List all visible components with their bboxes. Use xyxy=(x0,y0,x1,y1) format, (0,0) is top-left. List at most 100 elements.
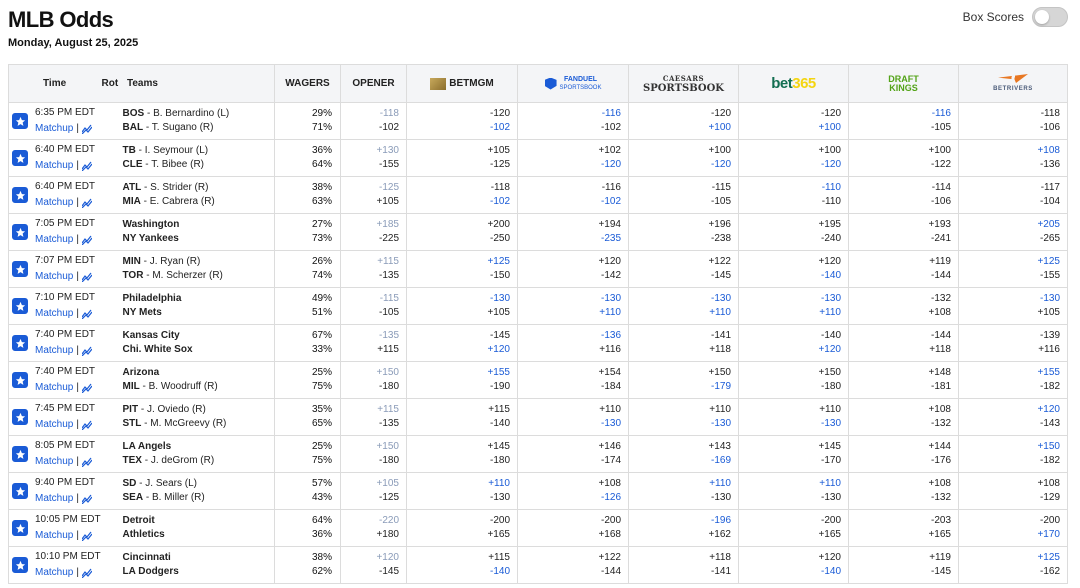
odds-home[interactable]: -190 xyxy=(407,380,510,394)
odds-away[interactable]: +118 xyxy=(629,551,731,565)
odds-home[interactable]: +120 xyxy=(407,343,510,357)
favorite-star-icon[interactable] xyxy=(12,187,28,203)
odds-cell-caesars[interactable]: +110 -130 xyxy=(628,472,739,510)
odds-away[interactable]: +125 xyxy=(959,551,1060,565)
odds-cell-bet365[interactable]: +195 -240 xyxy=(738,213,849,251)
away-team[interactable]: LA Angels xyxy=(123,440,275,454)
odds-home[interactable]: -120 xyxy=(629,158,731,172)
odds-cell-betrivers[interactable]: +120 -143 xyxy=(958,398,1068,436)
odds-away[interactable]: +110 xyxy=(739,403,841,417)
odds-cell-bet365[interactable]: +145 -170 xyxy=(738,435,849,473)
odds-cell-fanduel[interactable]: -116 -102 xyxy=(517,102,629,140)
odds-cell-draftkings[interactable]: +108 -132 xyxy=(848,398,959,436)
matchup-link[interactable]: Matchup xyxy=(35,456,73,467)
odds-away[interactable]: +148 xyxy=(849,366,951,380)
odds-home[interactable]: +100 xyxy=(629,121,731,135)
odds-cell-betmgm[interactable]: +125 -150 xyxy=(406,250,518,288)
odds-away[interactable]: -120 xyxy=(739,107,841,121)
odds-home[interactable]: -181 xyxy=(849,380,951,394)
odds-cell-fanduel[interactable]: +146 -174 xyxy=(517,435,629,473)
odds-cell-betrivers[interactable]: +205 -265 xyxy=(958,213,1068,251)
odds-cell-caesars[interactable]: +118 -141 xyxy=(628,546,739,584)
odds-cell-draftkings[interactable]: -203 +165 xyxy=(848,509,959,547)
odds-away[interactable]: -114 xyxy=(849,181,951,195)
odds-home[interactable]: -141 xyxy=(629,565,731,579)
odds-away[interactable]: +110 xyxy=(518,403,621,417)
odds-cell-bet365[interactable]: -130 +110 xyxy=(738,287,849,325)
odds-away[interactable]: +115 xyxy=(407,403,510,417)
odds-home[interactable]: -126 xyxy=(518,491,621,505)
odds-away[interactable]: +120 xyxy=(959,403,1060,417)
home-team[interactable]: STL - M. McGreevy (R) xyxy=(123,417,275,431)
odds-home[interactable]: -180 xyxy=(739,380,841,394)
odds-away[interactable]: +194 xyxy=(518,218,621,232)
odds-cell-draftkings[interactable]: +108 -132 xyxy=(848,472,959,510)
odds-home[interactable]: -238 xyxy=(629,232,731,246)
favorite-star-icon[interactable] xyxy=(12,113,28,129)
odds-cell-caesars[interactable]: -130 +110 xyxy=(628,287,739,325)
home-team[interactable]: MIL - B. Woodruff (R) xyxy=(123,380,275,394)
line-chart-icon[interactable] xyxy=(81,383,93,393)
odds-away[interactable]: +125 xyxy=(407,255,510,269)
matchup-link[interactable]: Matchup xyxy=(35,234,73,245)
odds-away[interactable]: +108 xyxy=(959,144,1060,158)
odds-home[interactable]: -250 xyxy=(407,232,510,246)
home-team[interactable]: CLE - T. Bibee (R) xyxy=(123,158,275,172)
favorite-star-icon[interactable] xyxy=(12,261,28,277)
odds-home[interactable]: -136 xyxy=(959,158,1060,172)
odds-cell-betmgm[interactable]: +105 -125 xyxy=(406,139,518,177)
odds-away[interactable]: +195 xyxy=(739,218,841,232)
odds-away[interactable]: -120 xyxy=(629,107,731,121)
odds-away[interactable]: -130 xyxy=(629,292,731,306)
odds-home[interactable]: -155 xyxy=(959,269,1060,283)
home-team[interactable]: TEX - J. deGrom (R) xyxy=(123,454,275,468)
odds-away[interactable]: -200 xyxy=(518,514,621,528)
odds-away[interactable]: -203 xyxy=(849,514,951,528)
away-team[interactable]: Washington xyxy=(123,218,275,232)
line-chart-icon[interactable] xyxy=(81,272,93,282)
odds-home[interactable]: -132 xyxy=(849,417,951,431)
odds-home[interactable]: +100 xyxy=(739,121,841,135)
odds-away[interactable]: +108 xyxy=(959,477,1060,491)
away-team[interactable]: TB - I. Seymour (L) xyxy=(123,144,275,158)
odds-home[interactable]: +120 xyxy=(739,343,841,357)
odds-cell-bet365[interactable]: +120 -140 xyxy=(738,546,849,584)
odds-cell-betmgm[interactable]: +155 -190 xyxy=(406,361,518,399)
favorite-star-icon[interactable] xyxy=(12,372,28,388)
odds-away[interactable]: -110 xyxy=(739,181,841,195)
matchup-link[interactable]: Matchup xyxy=(35,530,73,541)
odds-cell-betrivers[interactable]: -200 +170 xyxy=(958,509,1068,547)
favorite-star-icon[interactable] xyxy=(12,557,28,573)
odds-cell-betrivers[interactable]: +108 -136 xyxy=(958,139,1068,177)
odds-away[interactable]: -118 xyxy=(407,181,510,195)
favorite-star-icon[interactable] xyxy=(12,409,28,425)
odds-cell-caesars[interactable]: +143 -169 xyxy=(628,435,739,473)
odds-cell-bet365[interactable]: +100 -120 xyxy=(738,139,849,177)
odds-away[interactable]: -132 xyxy=(849,292,951,306)
matchup-link[interactable]: Matchup xyxy=(35,197,73,208)
away-team[interactable]: Detroit xyxy=(123,514,275,528)
odds-away[interactable]: +110 xyxy=(629,477,731,491)
line-chart-icon[interactable] xyxy=(81,124,93,134)
odds-away[interactable]: -130 xyxy=(407,292,510,306)
odds-cell-bet365[interactable]: +110 -130 xyxy=(738,472,849,510)
odds-home[interactable]: -174 xyxy=(518,454,621,468)
odds-home[interactable]: -102 xyxy=(407,195,510,209)
odds-away[interactable]: -139 xyxy=(959,329,1060,343)
favorite-star-icon[interactable] xyxy=(12,335,28,351)
away-team[interactable]: Kansas City xyxy=(123,329,275,343)
odds-cell-caesars[interactable]: +100 -120 xyxy=(628,139,739,177)
odds-away[interactable]: +143 xyxy=(629,440,731,454)
odds-cell-betrivers[interactable]: -117 -104 xyxy=(958,176,1068,214)
odds-home[interactable]: +105 xyxy=(959,306,1060,320)
odds-home[interactable]: -182 xyxy=(959,380,1060,394)
line-chart-icon[interactable] xyxy=(81,457,93,467)
odds-home[interactable]: +110 xyxy=(518,306,621,320)
odds-cell-betrivers[interactable]: -118 -106 xyxy=(958,102,1068,140)
odds-away[interactable]: -115 xyxy=(629,181,731,195)
odds-cell-bet365[interactable]: +110 -130 xyxy=(738,398,849,436)
odds-home[interactable]: -130 xyxy=(629,417,731,431)
odds-cell-fanduel[interactable]: +154 -184 xyxy=(517,361,629,399)
odds-home[interactable]: -143 xyxy=(959,417,1060,431)
odds-cell-draftkings[interactable]: -114 -106 xyxy=(848,176,959,214)
